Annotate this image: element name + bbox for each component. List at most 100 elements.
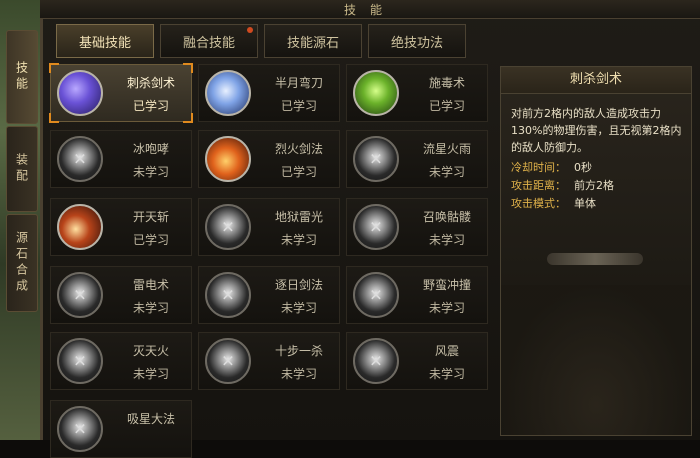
skill-status: 未学习	[132, 367, 169, 381]
skill-status: 未学习	[280, 233, 317, 247]
skill-card[interactable]: ✕ 逐日剑法 未学习	[198, 266, 340, 324]
attr-value: 前方2格	[574, 179, 614, 192]
locked-skill-icon: ✕	[57, 136, 103, 182]
skill-card[interactable]: ✕ 流星火雨未学习	[346, 130, 488, 188]
skill-card[interactable]: 烈火剑法 已学习	[198, 130, 340, 188]
attr-value: 0秒	[574, 161, 592, 174]
icon-glyph: ✕	[73, 285, 87, 305]
skill-card[interactable]: ✕ 吸星大法	[50, 400, 192, 458]
skill-name: 开天斩	[132, 210, 169, 224]
skill-name: 风震	[434, 344, 459, 358]
crescent-blade-icon	[205, 70, 251, 116]
skill-status: 未学习	[428, 301, 465, 315]
skill-status: 已学习	[132, 233, 169, 247]
skill-grid: 刺杀剑术 已学习 半月弯刀 已学习 施毒术 已学习 ✕ 冰咆哮 未学习 烈火剑法 已学习 ✕ 流星火雨未…	[49, 63, 495, 458]
selection-corner	[183, 113, 193, 123]
skill-status: 未学习	[280, 367, 317, 381]
skill-status: 已学习	[428, 99, 465, 113]
skill-name: 地狱雷光	[274, 210, 323, 224]
side-tab-equip[interactable]: 装配	[6, 126, 38, 212]
icon-glyph: ✕	[369, 285, 383, 305]
skill-card[interactable]: 半月弯刀 已学习	[198, 64, 340, 122]
icon-glyph: ✕	[221, 217, 235, 237]
locked-skill-icon: ✕	[353, 338, 399, 384]
window-title: 技能	[343, 3, 396, 17]
flame-sword-icon	[205, 136, 251, 182]
skill-name: 冰咆哮	[132, 142, 169, 156]
locked-skill-icon: ✕	[353, 136, 399, 182]
skill-status: 未学习	[428, 165, 465, 179]
tab-label: 技能源石	[286, 35, 339, 51]
icon-glyph: ✕	[369, 351, 383, 371]
skill-name: 野蛮冲撞	[422, 278, 471, 292]
panel-ornament	[501, 285, 691, 435]
skill-card[interactable]: ✕ 召唤骷髅未学习	[346, 198, 488, 256]
skill-status: 未学习	[280, 301, 317, 315]
skill-card[interactable]: 刺杀剑术 已学习	[49, 63, 193, 123]
skill-status: 未学习	[428, 233, 465, 247]
skill-detail-panel: 刺杀剑术 对前方2格内的敌人造成攻击力130%的物理伤害，且无视第2格内的敌人防…	[500, 66, 692, 436]
skill-name: 召唤骷髅	[422, 210, 471, 224]
icon-glyph: ✕	[221, 351, 235, 371]
skill-name: 刺杀剑术	[126, 76, 175, 90]
side-tab-skills[interactable]: 技能	[6, 30, 38, 124]
skill-status: 未学习	[428, 367, 465, 381]
sword-slash-icon	[57, 70, 103, 116]
notification-dot	[247, 27, 253, 33]
tab-basic-skills[interactable]: 基础技能	[56, 24, 154, 58]
locked-skill-icon: ✕	[57, 338, 103, 384]
locked-skill-icon: ✕	[205, 204, 251, 250]
locked-skill-icon: ✕	[205, 338, 251, 384]
detail-divider-bar	[547, 253, 643, 265]
attr-mode: 攻击模式： 单体	[511, 195, 596, 211]
attr-cooldown: 冷却时间： 0秒	[511, 159, 592, 175]
heaven-cleave-icon	[57, 204, 103, 250]
side-tab-stone-synthesis[interactable]: 源石合成	[6, 214, 38, 312]
locked-skill-icon: ✕	[353, 204, 399, 250]
skill-status: 未学习	[132, 301, 169, 315]
selection-corner	[49, 63, 59, 73]
attr-label: 冷却时间：	[511, 161, 566, 174]
locked-skill-icon: ✕	[353, 272, 399, 318]
skill-name: 雷电术	[132, 278, 169, 292]
skill-card[interactable]: ✕ 十步一杀未学习	[198, 332, 340, 390]
skill-card[interactable]: ✕ 风震未学习	[346, 332, 488, 390]
tab-label: 绝技功法	[390, 35, 443, 51]
skill-card[interactable]: ✕ 野蛮冲撞未学习	[346, 266, 488, 324]
icon-glyph: ✕	[73, 351, 87, 371]
skill-status: 已学习	[280, 99, 317, 113]
tab-ultimate-arts[interactable]: 绝技功法	[368, 24, 466, 58]
tab-fusion-skills[interactable]: 融合技能	[160, 24, 258, 58]
detail-title: 刺杀剑术	[501, 67, 691, 94]
skill-status: 已学习	[280, 165, 317, 179]
locked-skill-icon: ✕	[57, 406, 103, 452]
tab-skill-stones[interactable]: 技能源石	[264, 24, 362, 58]
skill-name: 施毒术	[428, 76, 465, 90]
selection-corner	[49, 113, 59, 123]
poison-skull-icon	[353, 70, 399, 116]
selection-corner	[183, 63, 193, 73]
skill-name: 灭天火	[132, 344, 169, 358]
skill-name: 吸星大法	[126, 412, 175, 426]
icon-glyph: ✕	[221, 285, 235, 305]
skill-card[interactable]: 开天斩 已学习	[50, 198, 192, 256]
attr-range: 攻击距离： 前方2格	[511, 177, 614, 193]
icon-glyph: ✕	[73, 419, 87, 439]
skill-name: 十步一杀	[274, 344, 323, 358]
window-titlebar: 技能	[40, 0, 700, 19]
skill-card[interactable]: ✕ 冰咆哮未学习	[50, 130, 192, 188]
skill-card[interactable]: ✕ 雷电术未学习	[50, 266, 192, 324]
attr-label: 攻击距离：	[511, 179, 566, 192]
skill-status: 未学习	[132, 165, 169, 179]
skill-name: 半月弯刀	[274, 76, 323, 90]
locked-skill-icon: ✕	[57, 272, 103, 318]
locked-skill-icon: ✕	[205, 272, 251, 318]
skill-name: 烈火剑法	[274, 142, 323, 156]
tab-label: 融合技能	[182, 35, 235, 51]
skill-card[interactable]: ✕ 地狱雷光未学习	[198, 198, 340, 256]
icon-glyph: ✕	[369, 217, 383, 237]
skill-card[interactable]: ✕ 灭天火未学习	[50, 332, 192, 390]
skill-name: 流星火雨	[422, 142, 471, 156]
detail-description: 对前方2格内的敌人造成攻击力130%的物理伤害，且无视第2格内的敌人防御力。	[511, 107, 682, 154]
skill-card[interactable]: 施毒术 已学习	[346, 64, 488, 122]
